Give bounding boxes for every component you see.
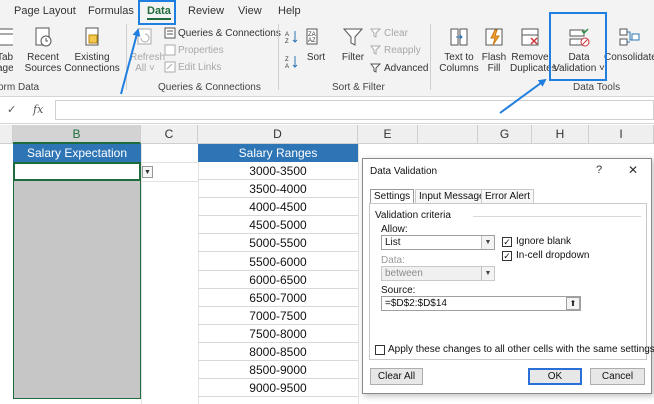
close-button[interactable]: ✕ xyxy=(628,163,638,177)
in-cell-dropdown-checkbox[interactable]: ✓ xyxy=(502,251,512,261)
in-cell-dropdown-label: In-cell dropdown xyxy=(516,250,590,261)
settings-pane xyxy=(369,203,647,360)
source-input[interactable]: =$D$2:$D$14 xyxy=(381,296,581,311)
data-validation-dialog: Data Validation ? ✕ Settings Input Messa… xyxy=(362,158,654,394)
help-button[interactable]: ? xyxy=(596,164,602,176)
apply-all-label: Apply these changes to all other cells w… xyxy=(388,344,654,355)
ok-button[interactable]: OK xyxy=(528,368,582,385)
chevron-down-icon: ▼ xyxy=(481,236,494,249)
chevron-down-icon: ▼ xyxy=(481,267,494,280)
data-operator-select[interactable]: between ▼ xyxy=(381,266,495,281)
group-divider xyxy=(473,216,641,217)
arrow-to-data-tab xyxy=(120,28,141,95)
apply-all-checkbox[interactable] xyxy=(375,345,385,355)
tab-input-message[interactable]: Input Message xyxy=(415,189,489,204)
source-label: Source: xyxy=(381,285,416,296)
cancel-button[interactable]: Cancel xyxy=(590,368,645,385)
validation-criteria-label: Validation criteria xyxy=(375,210,451,221)
range-select-icon[interactable]: ⬆ xyxy=(566,297,580,310)
allow-select[interactable]: List ▼ xyxy=(381,235,495,250)
tab-settings[interactable]: Settings xyxy=(370,189,415,204)
arrow-to-data-validation xyxy=(499,78,547,114)
tab-error-alert[interactable]: Error Alert xyxy=(481,189,535,204)
data-label: Data: xyxy=(381,255,405,266)
dialog-title: Data Validation xyxy=(370,166,438,177)
ignore-blank-label: Ignore blank xyxy=(516,236,572,247)
ignore-blank-checkbox[interactable]: ✓ xyxy=(502,237,512,247)
clear-all-button[interactable]: Clear All xyxy=(370,368,423,385)
allow-label: Allow: xyxy=(381,224,408,235)
